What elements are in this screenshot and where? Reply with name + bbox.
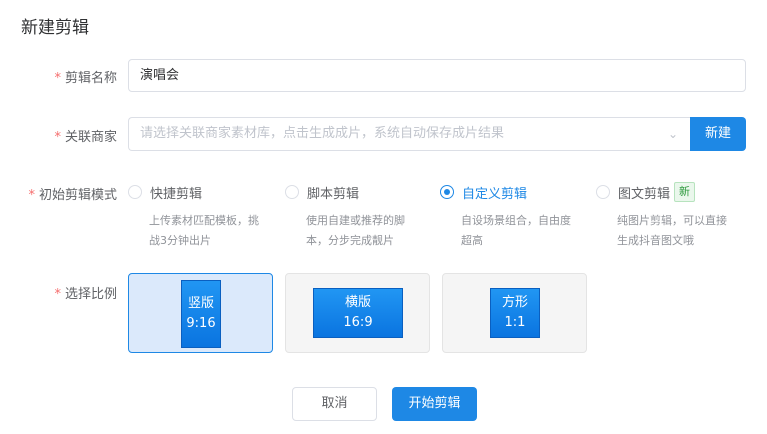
mode-option-custom[interactable]: 自定义剪辑 自设场景组合，自由度 超高 xyxy=(440,183,590,251)
portrait-ratio-icon: 竖版 9:16 xyxy=(181,280,221,348)
chevron-down-icon: ⌄ xyxy=(667,127,678,141)
merchant-select-placeholder: 请选择关联商家素材库，点击生成成片，系统自动保存成片结果 xyxy=(140,126,505,141)
ratio-label-text: 选择比例 xyxy=(64,287,117,302)
required-mark: * xyxy=(54,130,61,145)
mode-option-script[interactable]: 脚本剪辑 使用自建或推荐的脚 本，分步完成靓片 xyxy=(285,183,435,251)
desc-line: 上传素材匹配模板，挑 xyxy=(149,214,259,227)
clip-name-input[interactable]: 演唱会 xyxy=(128,59,746,92)
desc-line: 超高 xyxy=(461,234,483,247)
ratio-value: 1:1 xyxy=(504,315,526,330)
desc-line: 本，分步完成靓片 xyxy=(306,234,394,247)
required-mark: * xyxy=(28,188,35,203)
mode-label-text: 初始剪辑模式 xyxy=(38,188,117,203)
ratio-name: 方形 xyxy=(501,295,528,310)
radio-button[interactable] xyxy=(285,185,299,199)
ratio-name: 横版 xyxy=(344,295,371,310)
ratio-value: 9:16 xyxy=(186,316,216,331)
desc-line: 生成抖音图文哦 xyxy=(617,234,694,247)
required-mark: * xyxy=(54,287,61,302)
clip-name-label-text: 剪辑名称 xyxy=(64,71,117,86)
mode-option-desc: 自设场景组合，自由度 超高 xyxy=(461,211,590,251)
ratio-card-portrait[interactable]: 竖版 9:16 xyxy=(128,273,273,353)
mode-option-quick[interactable]: 快捷剪辑 上传素材匹配模板，挑 战3分钟出片 xyxy=(128,183,278,251)
start-clip-button[interactable]: 开始剪辑 xyxy=(392,387,477,421)
mode-option-image-text[interactable]: 图文剪辑 新 纯图片剪辑，可以直接 生成抖音图文哦 xyxy=(596,182,746,251)
mode-label: * 初始剪辑模式 xyxy=(28,184,117,203)
ratio-value: 16:9 xyxy=(343,315,373,330)
merchant-label-text: 关联商家 xyxy=(64,130,117,145)
cancel-button[interactable]: 取消 xyxy=(292,387,377,421)
mode-option-desc: 纯图片剪辑，可以直接 生成抖音图文哦 xyxy=(617,211,746,251)
new-badge: 新 xyxy=(674,182,696,202)
ratio-card-landscape[interactable]: 横版 16:9 xyxy=(285,273,430,353)
merchant-select[interactable]: 请选择关联商家素材库，点击生成成片，系统自动保存成片结果 ⌄ xyxy=(128,117,690,151)
landscape-ratio-icon: 横版 16:9 xyxy=(313,288,403,338)
mode-option-desc: 使用自建或推荐的脚 本，分步完成靓片 xyxy=(306,211,435,251)
mode-option-name: 脚本剪辑 xyxy=(307,186,360,202)
mode-option-name: 自定义剪辑 xyxy=(462,186,528,202)
desc-line: 自设场景组合，自由度 xyxy=(461,214,571,227)
mode-option-name: 快捷剪辑 xyxy=(150,186,203,202)
ratio-label: * 选择比例 xyxy=(54,283,117,302)
mode-option-desc: 上传素材匹配模板，挑 战3分钟出片 xyxy=(149,211,278,251)
square-ratio-icon: 方形 1:1 xyxy=(490,288,540,338)
clip-name-label: * 剪辑名称 xyxy=(54,67,117,86)
mode-option-name: 图文剪辑 xyxy=(618,186,671,202)
radio-button[interactable] xyxy=(128,185,142,199)
ratio-card-square[interactable]: 方形 1:1 xyxy=(442,273,587,353)
desc-line: 纯图片剪辑，可以直接 xyxy=(617,214,727,227)
required-mark: * xyxy=(54,71,61,86)
merchant-label: * 关联商家 xyxy=(54,126,117,145)
ratio-name: 竖版 xyxy=(187,296,214,311)
radio-button[interactable] xyxy=(596,185,610,199)
dialog-title: 新建剪辑 xyxy=(21,18,89,38)
desc-line: 战3分钟出片 xyxy=(149,234,211,247)
desc-line: 使用自建或推荐的脚 xyxy=(306,214,405,227)
radio-button-selected[interactable] xyxy=(440,185,454,199)
new-merchant-button[interactable]: 新建 xyxy=(690,117,746,151)
